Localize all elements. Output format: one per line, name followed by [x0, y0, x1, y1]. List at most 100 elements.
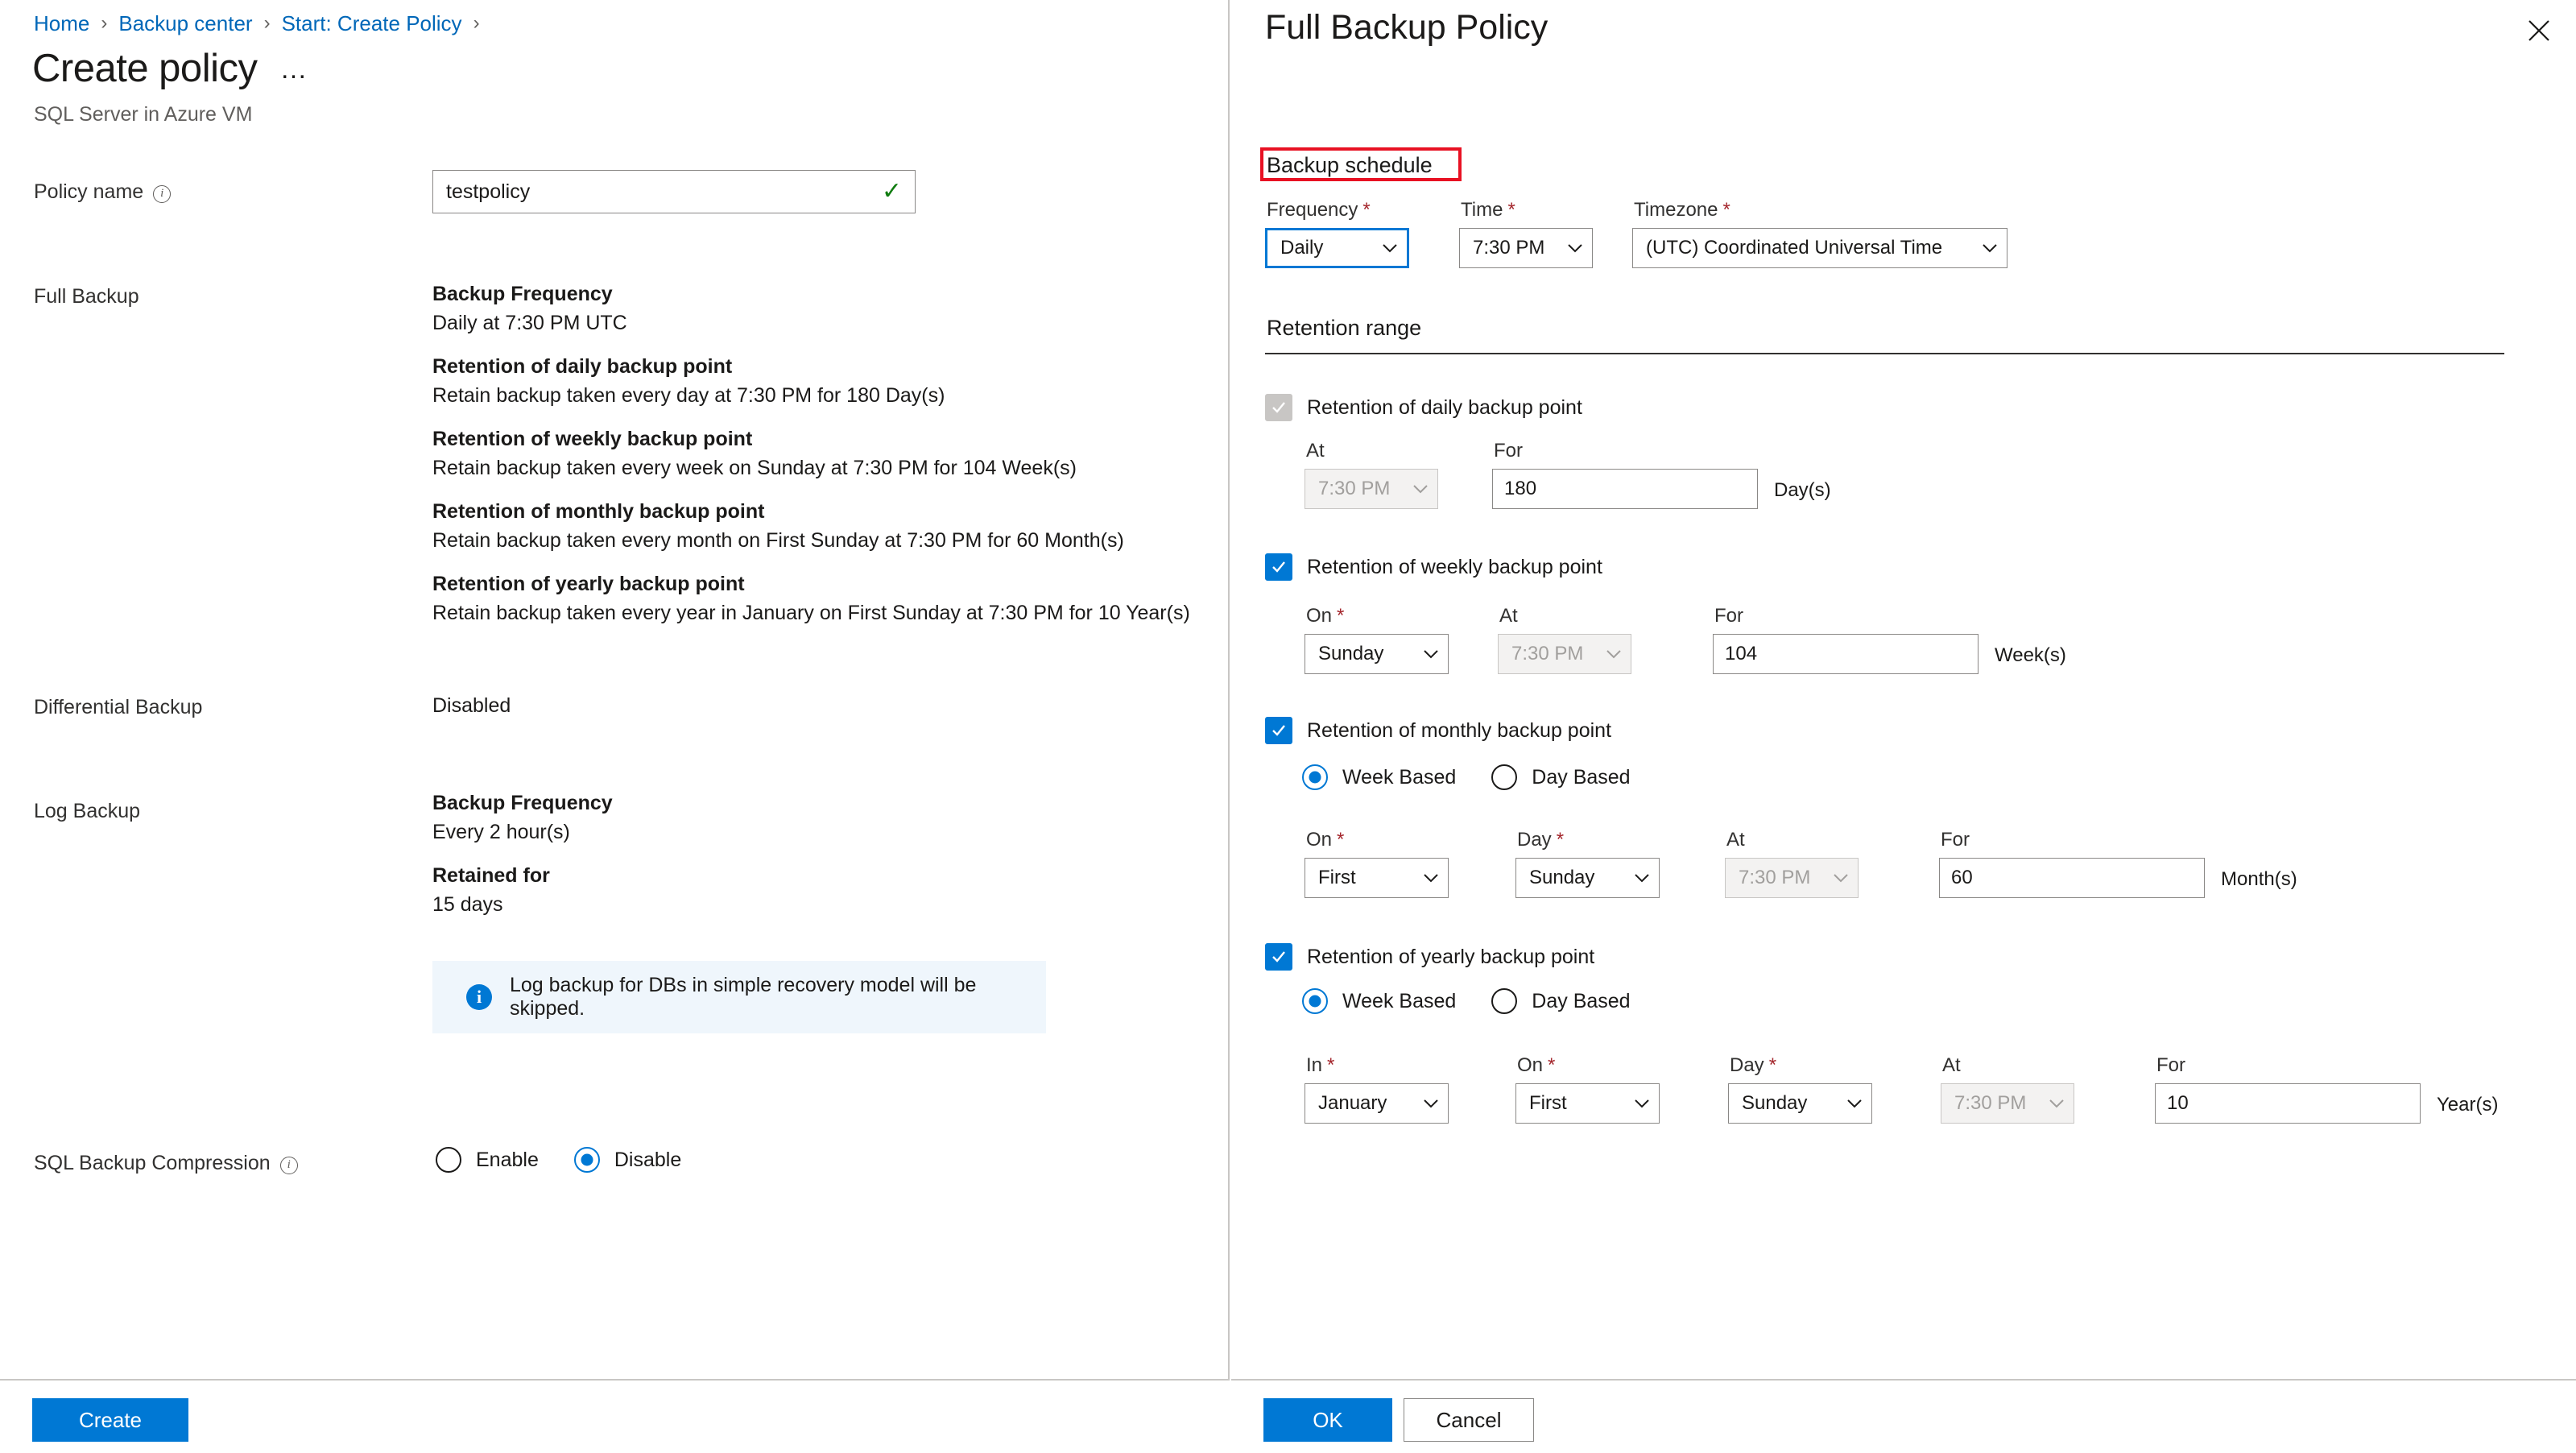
detail-heading: Retained for: [432, 864, 550, 887]
yearly-for-field[interactable]: [2155, 1083, 2421, 1124]
banner-message: Log backup for DBs in simple recovery mo…: [510, 974, 977, 1020]
yearly-day-dropdown[interactable]: Sunday: [1728, 1083, 1872, 1124]
yearly-on-dropdown[interactable]: First: [1515, 1083, 1660, 1124]
create-button[interactable]: Create: [32, 1398, 188, 1442]
azure-create-policy-screen: Home › Backup center › Start: Create Pol…: [0, 0, 2576, 1453]
daily-for-label: For: [1494, 440, 1523, 462]
yearly-at-label: At: [1942, 1054, 1961, 1076]
daily-for-input[interactable]: [1504, 478, 1746, 500]
monthly-day-label: Day *: [1517, 829, 1565, 851]
full-backup-label: Full Backup: [34, 285, 139, 308]
policy-name-input[interactable]: [446, 180, 882, 204]
monthly-on-dropdown[interactable]: First: [1305, 858, 1449, 898]
yearly-at-dropdown: 7:30 PM: [1941, 1083, 2074, 1124]
radio-compression-enable[interactable]: [436, 1147, 461, 1173]
cancel-button[interactable]: Cancel: [1404, 1398, 1534, 1442]
chevron-down-icon: [1422, 1095, 1440, 1112]
info-icon[interactable]: i: [153, 184, 172, 203]
left-footer-bar: Create: [0, 1379, 1230, 1453]
log-backup-info-banner: i Log backup for DBs in simple recovery …: [432, 961, 1046, 1033]
radio-yearly-day-based[interactable]: [1491, 988, 1518, 1014]
monthly-for-field[interactable]: [1939, 858, 2205, 898]
yearly-on-label: On *: [1517, 1054, 1556, 1076]
yearly-in-dropdown[interactable]: January: [1305, 1083, 1449, 1124]
checkbox-retention-monthly-label[interactable]: Retention of monthly backup point: [1307, 717, 1611, 744]
monthly-on-label: On *: [1306, 829, 1345, 851]
differential-backup-label: Differential Backup: [34, 696, 203, 718]
breadcrumb-item-backup-center[interactable]: Backup center: [118, 11, 252, 35]
info-icon: i: [466, 984, 492, 1010]
checkbox-retention-weekly[interactable]: [1265, 553, 1292, 581]
radio-yearly-week-based-label[interactable]: Week Based: [1342, 990, 1456, 1013]
checkbox-retention-monthly[interactable]: [1265, 717, 1292, 744]
checkbox-retention-yearly[interactable]: [1265, 943, 1292, 971]
policy-name-field[interactable]: ✓: [432, 170, 916, 213]
radio-compression-enable-label[interactable]: Enable: [476, 1149, 539, 1172]
close-icon[interactable]: [2521, 13, 2557, 48]
valid-check-icon: ✓: [881, 178, 902, 205]
chevron-down-icon: [1381, 239, 1399, 257]
breadcrumb-item-home[interactable]: Home: [34, 11, 89, 35]
detail-text: Daily at 7:30 PM UTC: [432, 312, 627, 334]
page-title: Create policy: [32, 47, 258, 90]
radio-yearly-day-based-label[interactable]: Day Based: [1532, 990, 1630, 1013]
blade-footer-bar: OK Cancel: [1231, 1379, 2576, 1453]
checkbox-retention-daily-label: Retention of daily backup point: [1307, 396, 1582, 419]
breadcrumb-separator-icon: ›: [263, 12, 271, 34]
frequency-dropdown[interactable]: Daily: [1265, 228, 1409, 268]
radio-monthly-week-based[interactable]: [1302, 764, 1328, 790]
full-backup-detail-4: Retention of yearly backup point Retain …: [432, 569, 1190, 627]
full-backup-detail-1: Retention of daily backup point Retain b…: [432, 352, 945, 410]
chevron-down-icon: [1832, 869, 1850, 887]
yearly-for-input[interactable]: [2167, 1092, 2409, 1115]
weekly-at-dropdown: 7:30 PM: [1498, 634, 1631, 674]
daily-for-unit: Day(s): [1774, 479, 1831, 501]
required-marker: *: [1768, 1054, 1777, 1076]
monthly-for-input[interactable]: [1951, 867, 2193, 889]
checkbox-retention-yearly-label[interactable]: Retention of yearly backup point: [1307, 943, 1594, 971]
timezone-dropdown[interactable]: (UTC) Coordinated Universal Time: [1632, 228, 2007, 268]
daily-at-dropdown: 7:30 PM: [1305, 469, 1438, 509]
radio-monthly-day-based[interactable]: [1491, 764, 1518, 790]
log-backup-detail-0: Backup Frequency Every 2 hour(s): [432, 789, 613, 847]
sql-backup-compression-radio-group: Enable Disable: [436, 1147, 702, 1173]
ok-button[interactable]: OK: [1263, 1398, 1392, 1442]
daily-for-field[interactable]: [1492, 469, 1758, 509]
info-icon[interactable]: i: [279, 1156, 298, 1174]
monthly-for-label: For: [1941, 829, 1970, 851]
required-marker: *: [1337, 829, 1345, 851]
create-policy-pane: Home › Backup center › Start: Create Pol…: [0, 0, 1230, 1453]
detail-text: Retain backup taken every year in Januar…: [432, 602, 1190, 624]
weekly-for-field[interactable]: [1713, 634, 1979, 674]
yearly-for-label: For: [2156, 1054, 2185, 1076]
chevron-down-icon: [1633, 869, 1651, 887]
breadcrumb-item-start-create-policy[interactable]: Start: Create Policy: [282, 11, 462, 35]
policy-name-label: Policy name i: [34, 180, 172, 204]
checkbox-retention-weekly-label[interactable]: Retention of weekly backup point: [1307, 553, 1602, 581]
breadcrumb-separator-icon: ›: [101, 12, 108, 34]
required-marker: *: [1327, 1054, 1335, 1076]
monthly-day-dropdown[interactable]: Sunday: [1515, 858, 1660, 898]
monthly-on-value: First: [1318, 867, 1356, 888]
detail-heading: Retention of weekly backup point: [432, 428, 753, 450]
checkbox-retention-daily: [1265, 394, 1292, 421]
time-label: Time *: [1461, 199, 1515, 221]
weekly-for-input[interactable]: [1725, 643, 1966, 665]
radio-compression-disable-label[interactable]: Disable: [614, 1149, 681, 1172]
more-actions-icon[interactable]: …: [279, 56, 308, 93]
radio-compression-disable[interactable]: [573, 1147, 600, 1173]
chevron-down-icon: [1422, 645, 1440, 663]
chevron-down-icon: [1566, 239, 1584, 257]
required-marker: *: [1507, 199, 1515, 221]
chevron-down-icon: [1412, 480, 1429, 498]
chevron-down-icon: [1846, 1095, 1863, 1112]
radio-yearly-week-based[interactable]: [1302, 988, 1328, 1014]
radio-monthly-week-based-label[interactable]: Week Based: [1342, 766, 1456, 789]
weekly-at-value: 7:30 PM: [1511, 643, 1584, 664]
weekly-on-dropdown[interactable]: Sunday: [1305, 634, 1449, 674]
detail-text: Retain backup taken every month on First…: [432, 529, 1124, 552]
time-dropdown[interactable]: 7:30 PM: [1459, 228, 1593, 268]
retention-range-divider: [1265, 353, 2504, 354]
weekly-at-label: At: [1499, 605, 1518, 627]
radio-monthly-day-based-label[interactable]: Day Based: [1532, 766, 1630, 789]
